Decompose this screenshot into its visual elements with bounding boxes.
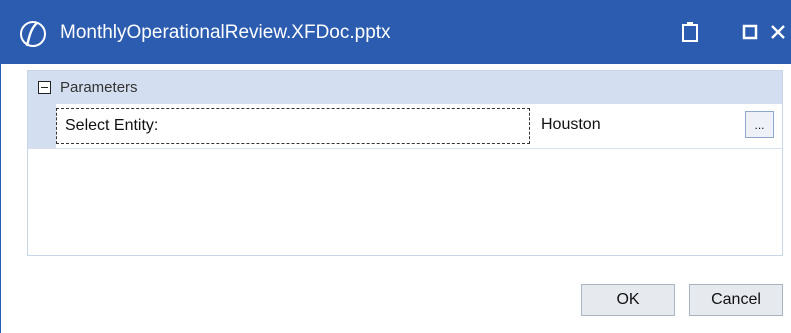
ok-button[interactable]: OK bbox=[581, 284, 675, 316]
parameter-value[interactable]: Houston bbox=[541, 116, 601, 134]
maximize-icon[interactable] bbox=[734, 16, 766, 48]
app-logo-icon bbox=[18, 19, 48, 49]
clipboard-icon[interactable] bbox=[674, 16, 706, 48]
row-gutter bbox=[28, 104, 56, 148]
title-bar: MonthlyOperationalReview.XFDoc.pptx bbox=[1, 0, 791, 64]
collapse-minus-icon[interactable] bbox=[38, 81, 51, 94]
window-title: MonthlyOperationalReview.XFDoc.pptx bbox=[60, 22, 391, 43]
parameter-row-select-entity: Select Entity: Houston ... bbox=[28, 104, 782, 149]
cancel-button[interactable]: Cancel bbox=[689, 284, 783, 316]
close-icon[interactable] bbox=[764, 16, 791, 48]
parameters-panel: Parameters Select Entity: Houston ... bbox=[27, 70, 783, 256]
parameter-label[interactable]: Select Entity: bbox=[56, 108, 530, 144]
browse-ellipsis-button[interactable]: ... bbox=[745, 111, 774, 138]
parameters-title: Parameters bbox=[60, 79, 138, 96]
dialog-window: MonthlyOperationalReview.XFDoc.pptx Para… bbox=[0, 0, 791, 333]
parameters-header: Parameters bbox=[28, 71, 782, 104]
